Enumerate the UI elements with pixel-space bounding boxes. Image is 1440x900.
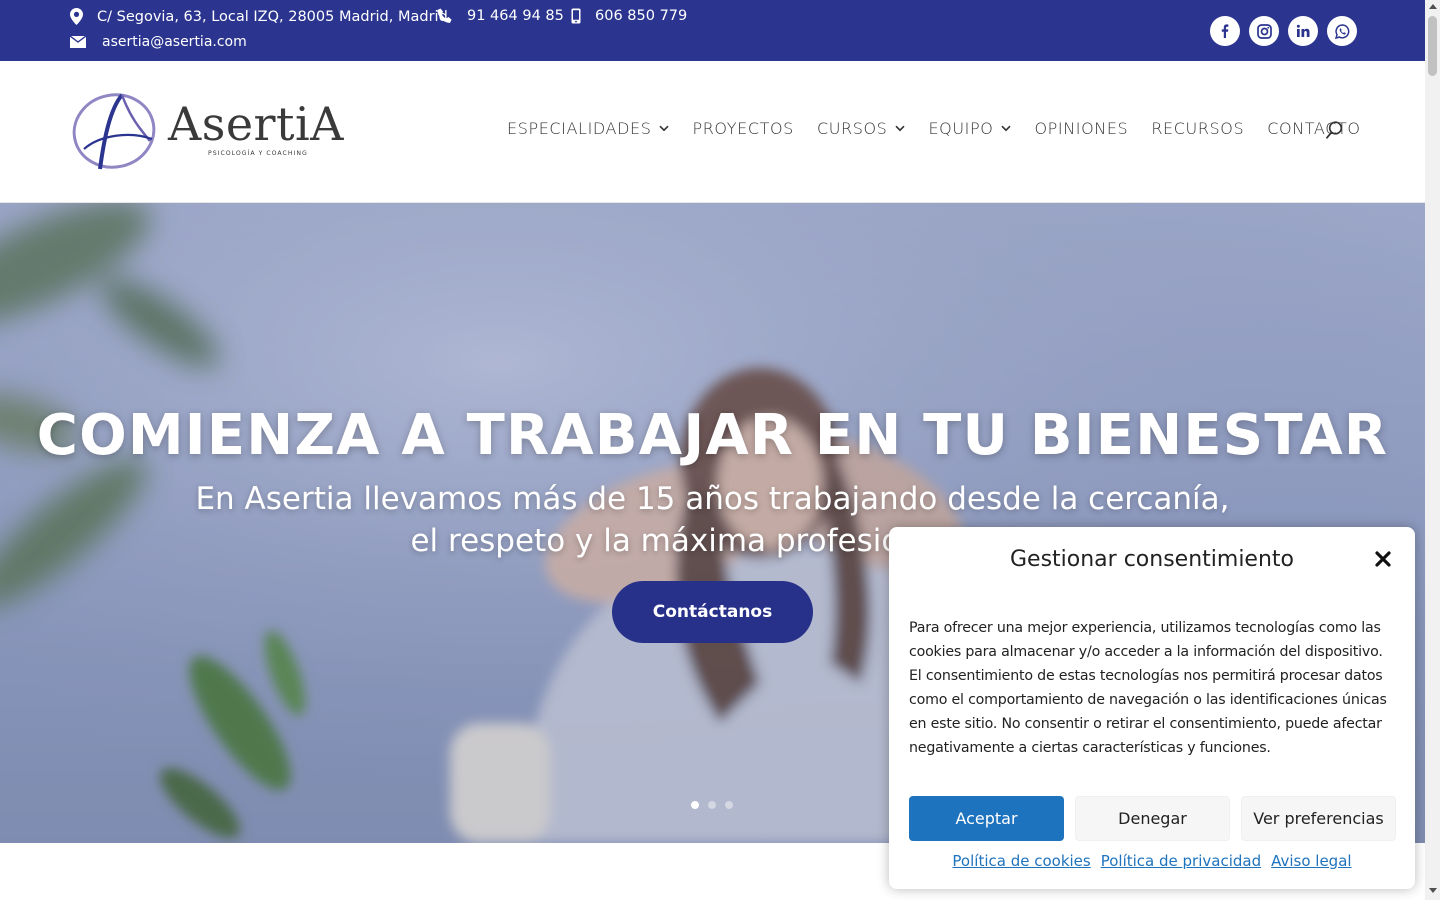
scroll-thumb[interactable]: [1428, 16, 1437, 76]
preferences-button[interactable]: Ver preferencias: [1241, 796, 1396, 841]
close-icon: [1375, 551, 1391, 567]
email-text[interactable]: asertia@asertia.com: [102, 34, 247, 50]
cookie-consent-dialog: Gestionar consentimiento Para ofrecer un…: [889, 527, 1415, 889]
consent-description: Para ofrecer una mejor experiencia, util…: [909, 620, 1387, 756]
map-pin-icon: [70, 8, 83, 25]
nav-opiniones[interactable]: OPINIONES: [1034, 119, 1128, 138]
nav-cursos[interactable]: CURSOS: [817, 119, 906, 138]
envelope-icon: [70, 36, 86, 48]
instagram-icon[interactable]: [1249, 16, 1279, 46]
address-info: C/ Segovia, 63, Local IZQ, 28005 Madrid,…: [70, 8, 448, 25]
chevron-down-icon: [659, 125, 670, 132]
slider-dot-2[interactable]: [708, 801, 716, 809]
hero-title: COMIENZA A TRABAJAR EN TU BIENESTAR: [36, 403, 1389, 468]
nav-recursos[interactable]: RECURSOS: [1151, 119, 1244, 138]
accept-button[interactable]: Aceptar: [909, 796, 1064, 841]
close-button[interactable]: [1375, 551, 1391, 572]
mobile-info[interactable]: 606 850 779: [571, 8, 687, 24]
nav-label: ESPECIALIDADES: [507, 119, 652, 138]
nav-label: EQUIPO: [928, 119, 994, 138]
main-nav: ESPECIALIDADES PROYECTOS CURSOS EQUIPO O…: [507, 119, 1384, 138]
address-text: C/ Segovia, 63, Local IZQ, 28005 Madrid,…: [97, 8, 448, 25]
consent-actions: Aceptar Denegar Ver preferencias: [909, 796, 1396, 841]
nav-label: CONTACTO: [1267, 119, 1361, 138]
deny-button[interactable]: Denegar: [1075, 796, 1230, 841]
scroll-up-arrow-icon[interactable]: [1429, 4, 1437, 9]
mobile-phone-icon: [571, 8, 581, 24]
phone-text[interactable]: 91 464 94 85: [467, 8, 564, 24]
logo-subtitle: PSICOLOGÍA Y COACHING: [208, 150, 308, 157]
top-bar: C/ Segovia, 63, Local IZQ, 28005 Madrid,…: [0, 0, 1425, 61]
scroll-down-arrow-icon[interactable]: [1429, 888, 1437, 893]
contact-button[interactable]: Contáctanos: [612, 581, 813, 643]
nav-especialidades[interactable]: ESPECIALIDADES: [507, 119, 670, 138]
cookie-policy-link[interactable]: Política de cookies: [952, 852, 1090, 870]
logo-mark-icon: [72, 93, 156, 170]
nav-label: PROYECTOS: [692, 119, 794, 138]
hero-subtitle-line: En Asertia llevamos más de 15 años traba…: [195, 481, 1230, 517]
nav-label: CURSOS: [816, 119, 888, 138]
nav-equipo[interactable]: EQUIPO: [928, 119, 1012, 138]
legal-notice-link[interactable]: Aviso legal: [1271, 852, 1351, 870]
linkedin-icon[interactable]: [1288, 16, 1318, 46]
nav-contacto[interactable]: CONTACTO: [1267, 119, 1360, 138]
logo[interactable]: AsertiA PSICOLOGÍA Y COACHING: [70, 89, 350, 174]
search-button[interactable]: [1325, 121, 1343, 145]
slider-dots: [691, 801, 733, 809]
phone-info[interactable]: 91 464 94 85: [437, 8, 564, 24]
nav-label: RECURSOS: [1151, 119, 1245, 138]
slider-dot-1[interactable]: [691, 801, 699, 809]
slider-dot-3[interactable]: [725, 801, 733, 809]
logo-text: AsertiA: [168, 97, 344, 151]
search-icon: [1325, 121, 1343, 139]
consent-title: Gestionar consentimiento: [1010, 547, 1294, 572]
phone-icon: [437, 8, 452, 23]
email-info[interactable]: asertia@asertia.com: [70, 34, 247, 50]
site-header: AsertiA PSICOLOGÍA Y COACHING ESPECIALID…: [0, 61, 1425, 203]
social-links: [1210, 16, 1357, 46]
chevron-down-icon: [895, 125, 906, 132]
nav-proyectos[interactable]: PROYECTOS: [692, 119, 793, 138]
mobile-text[interactable]: 606 850 779: [595, 8, 687, 24]
chevron-down-icon: [1001, 125, 1012, 132]
nav-label: OPINIONES: [1034, 119, 1129, 138]
page-scrollbar[interactable]: [1425, 0, 1440, 900]
page: C/ Segovia, 63, Local IZQ, 28005 Madrid,…: [0, 0, 1440, 900]
privacy-policy-link[interactable]: Política de privacidad: [1101, 852, 1261, 870]
facebook-icon[interactable]: [1210, 16, 1240, 46]
consent-links: Política de cookies Política de privacid…: [889, 852, 1415, 870]
whatsapp-icon[interactable]: [1327, 16, 1357, 46]
